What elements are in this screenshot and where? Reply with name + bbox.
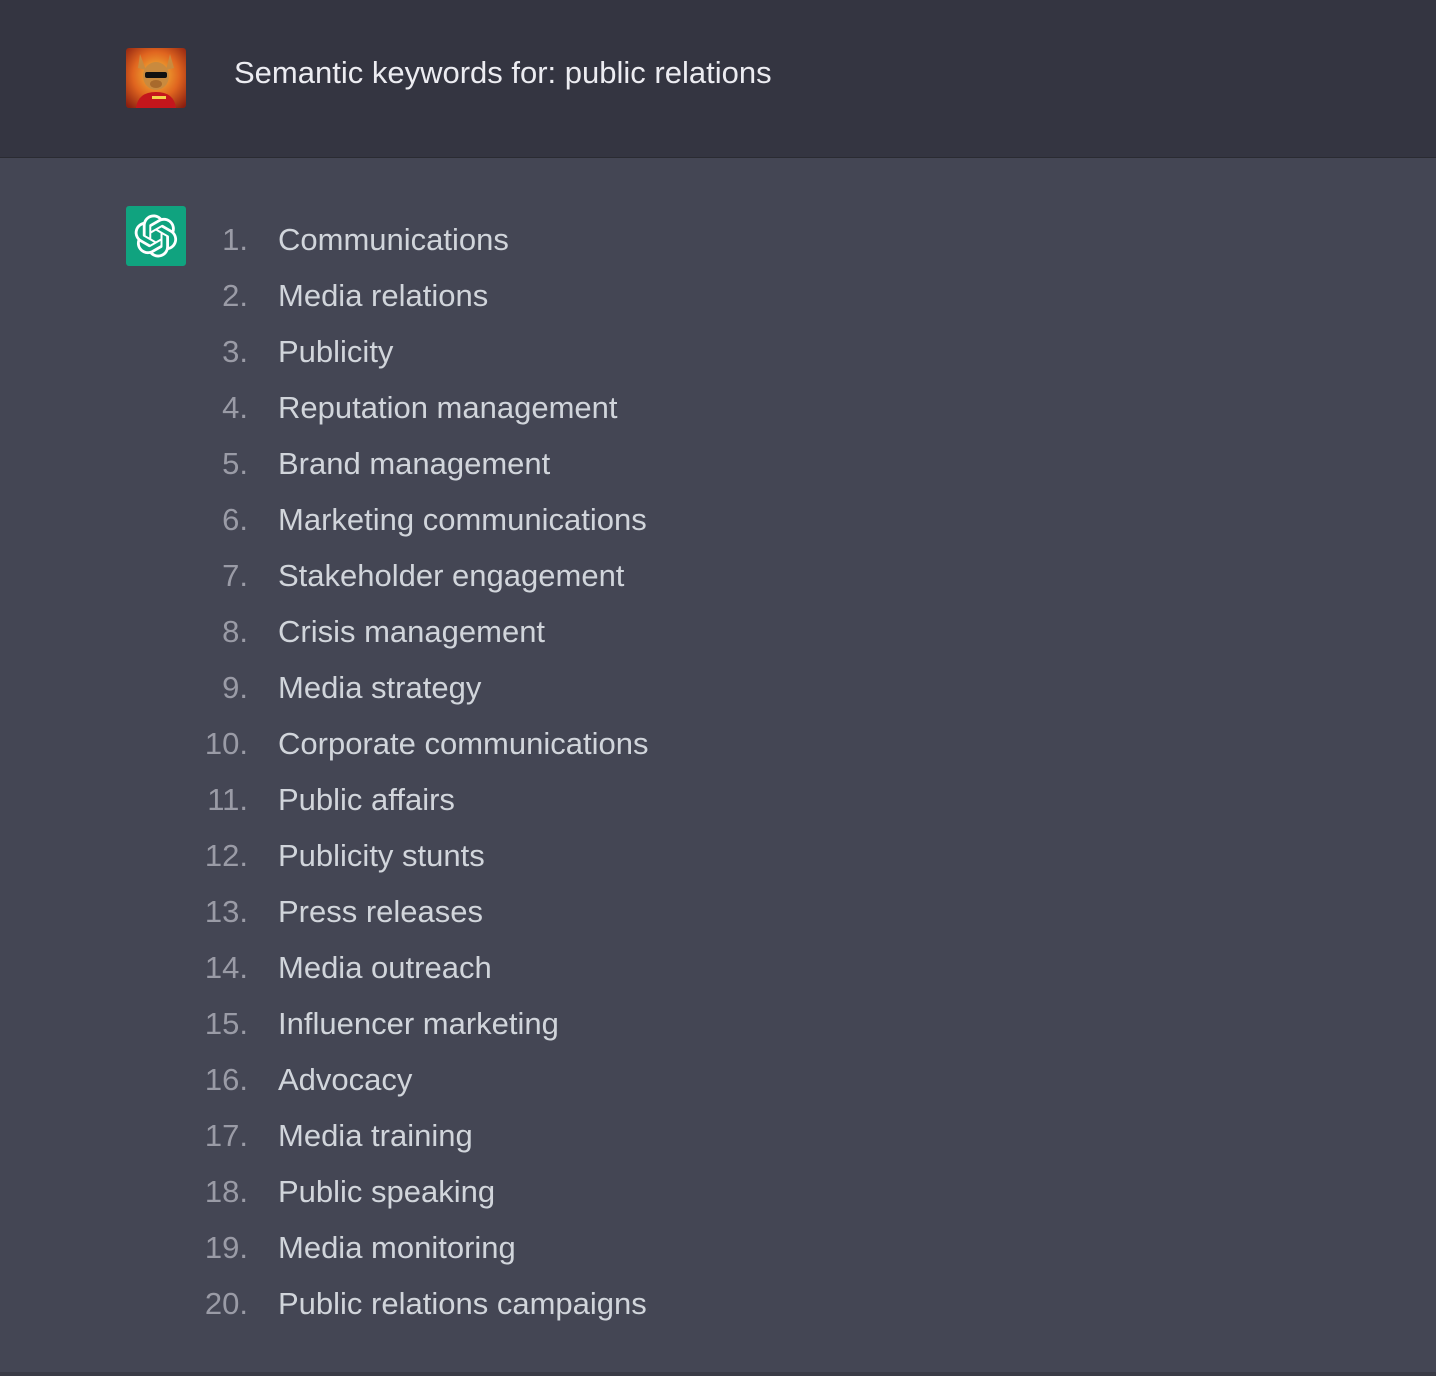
list-item: 8. Crisis management <box>190 604 648 660</box>
list-item-text: Media monitoring <box>278 1230 516 1265</box>
list-item-number: 12. <box>204 838 248 873</box>
list-item-text: Brand management <box>278 446 551 481</box>
list-item: 7. Stakeholder engagement <box>190 548 648 604</box>
bottom-divider <box>0 1372 1436 1376</box>
list-item-text: Public speaking <box>278 1174 496 1209</box>
list-item: 2. Media relations <box>190 268 648 324</box>
list-item: 9. Media strategy <box>190 660 648 716</box>
list-item-number: 4. <box>222 390 248 425</box>
list-item: 16. Advocacy <box>190 1052 648 1108</box>
list-item-text: Communications <box>278 222 509 257</box>
list-item-text: Advocacy <box>278 1062 413 1097</box>
list-item-number: 11. <box>207 782 248 817</box>
list-item: 4. Reputation management <box>190 380 648 436</box>
list-item-number: 10. <box>204 726 248 761</box>
list-item-text: Media training <box>278 1118 473 1153</box>
list-item-number: 18. <box>204 1174 248 1209</box>
list-item: 20. Public relations campaigns <box>190 1276 648 1332</box>
list-item-number: 2. <box>222 278 248 313</box>
list-item-text: Media relations <box>278 278 489 313</box>
list-item-number: 3. <box>222 334 248 369</box>
list-item-number: 20. <box>204 1286 248 1321</box>
list-item-text: Public relations campaigns <box>278 1286 647 1321</box>
list-item-text: Press releases <box>278 894 484 929</box>
list-item: 6. Marketing communications <box>190 492 648 548</box>
list-item: 1. Communications <box>190 212 648 268</box>
list-item: 10. Corporate communications <box>190 716 649 772</box>
list-item-number: 13. <box>204 894 248 929</box>
keyword-list: 1. Communications 2. Media relations 3. Publi… <box>190 212 649 1332</box>
list-item-text: Influencer marketing <box>278 1006 559 1041</box>
list-item-number: 19. <box>204 1230 248 1265</box>
list-item: 3. Publicity <box>190 324 648 380</box>
list-item-text: Marketing communications <box>278 502 647 537</box>
list-item-text: Corporate communications <box>278 726 649 761</box>
list-item-number: 1. <box>222 222 248 257</box>
list-item-text: Media outreach <box>278 950 492 985</box>
list-item: 11. Public affairs <box>190 772 648 828</box>
list-item: 14. Media outreach <box>190 940 648 996</box>
list-item-number: 15. <box>204 1006 248 1041</box>
list-item-number: 16. <box>204 1062 248 1097</box>
list-item-text: Reputation management <box>278 390 618 425</box>
list-item-text: Publicity stunts <box>278 838 485 873</box>
user-avatar-icon <box>126 48 186 108</box>
list-item: 5. Brand management <box>190 436 648 492</box>
list-item-text: Publicity <box>278 334 394 369</box>
list-item-text: Public affairs <box>278 782 455 817</box>
user-message-row: Semantic keywords for: public relations <box>0 0 1436 158</box>
list-item-number: 6. <box>222 502 248 537</box>
list-item: 12. Publicity stunts <box>190 828 648 884</box>
list-item-text: Crisis management <box>278 614 546 649</box>
user-avatar <box>126 48 186 108</box>
openai-logo-icon <box>126 206 186 266</box>
list-item-number: 17. <box>204 1118 248 1153</box>
user-message-text: Semantic keywords for: public relations <box>234 55 772 90</box>
list-item-text: Media strategy <box>278 670 482 705</box>
list-item: 17. Media training <box>190 1108 648 1164</box>
list-item-number: 5. <box>222 446 248 481</box>
list-item: 18. Public speaking <box>190 1164 648 1220</box>
list-item-number: 9. <box>222 670 248 705</box>
list-item-number: 8. <box>222 614 248 649</box>
assistant-message-row: 1. Communications 2. Media relations 3. Publi… <box>0 158 1436 1372</box>
list-item-number: 7. <box>222 558 248 593</box>
list-item: 15. Influencer marketing <box>190 996 648 1052</box>
list-item-number: 14. <box>204 950 248 985</box>
list-item: 19. Media monitoring <box>190 1220 648 1276</box>
list-item-text: Stakeholder engagement <box>278 558 625 593</box>
list-item: 13. Press releases <box>190 884 648 940</box>
